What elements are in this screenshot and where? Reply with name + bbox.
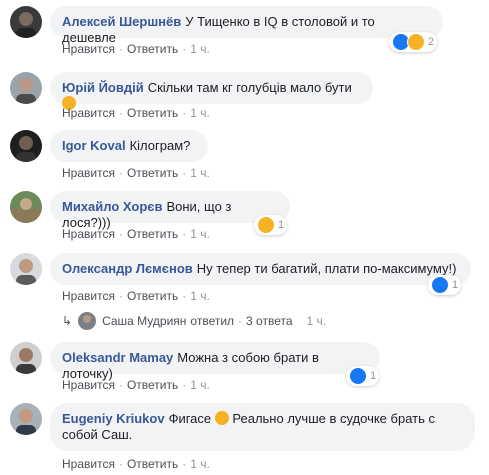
author-name[interactable]: Oleksandr Mamay (62, 350, 173, 365)
reply-link[interactable]: Ответить (127, 378, 178, 392)
avatar[interactable] (10, 72, 42, 104)
reply-verb: ответил (190, 314, 235, 328)
reply-link[interactable]: Ответить (127, 457, 178, 471)
reactions-summary[interactable]: 1 (428, 275, 462, 295)
reactions-count: 1 (370, 370, 377, 382)
separator: · (182, 289, 187, 303)
separator: · (238, 314, 243, 328)
separator: · (182, 227, 187, 241)
comment-text: Кілограм? (129, 138, 191, 153)
reactions-summary[interactable]: 1 (254, 215, 288, 235)
like-link[interactable]: Нравится (62, 227, 115, 241)
separator: · (118, 106, 123, 120)
like-link[interactable]: Нравится (62, 106, 115, 120)
avatar[interactable] (10, 6, 42, 38)
avatar[interactable] (10, 403, 42, 435)
comment-bubble: Олександр Лємєнов Ну тепер ти багатий, пл… (50, 253, 471, 285)
haha-icon (407, 33, 425, 51)
like-icon (431, 276, 449, 294)
comment-bubble: Oleksandr Mamay Можна з собою брати в лот… (50, 342, 380, 381)
like-link[interactable]: Нравится (62, 42, 115, 56)
timestamp[interactable]: 1 ч. (190, 289, 210, 303)
reactions-count: 1 (452, 279, 459, 291)
reply-count: 3 ответа (246, 314, 293, 328)
smile-icon (214, 411, 229, 425)
author-name[interactable]: Михайло Хорєв (62, 199, 162, 214)
separator: · (118, 227, 123, 241)
comment-text: Фигасе (168, 411, 212, 426)
like-link[interactable]: Нравится (62, 378, 115, 392)
reactions-count: 1 (278, 219, 285, 231)
reply-link[interactable]: Ответить (127, 42, 178, 56)
timestamp[interactable]: 1 ч. (190, 227, 210, 241)
separator: · (118, 166, 123, 180)
reply-link[interactable]: Ответить (127, 227, 178, 241)
like-icon (349, 367, 367, 385)
haha-icon (257, 216, 275, 234)
separator: · (182, 42, 187, 56)
reply-time: 1 ч. (306, 314, 327, 328)
comment-text: Ну тепер ти багатий, плати по-максимуму!… (196, 261, 457, 276)
reactions-summary[interactable]: 2 (389, 32, 438, 52)
avatar (78, 312, 97, 330)
comment-actions: Нравится · Ответить · 1 ч. (62, 42, 210, 56)
reactions-count: 2 (428, 36, 435, 48)
timestamp[interactable]: 1 ч. (190, 457, 210, 471)
separator: · (182, 166, 187, 180)
separator: · (118, 378, 123, 392)
timestamp[interactable]: 1 ч. (190, 106, 210, 120)
separator: · (182, 378, 187, 392)
separator: · (118, 289, 123, 303)
like-link[interactable]: Нравится (62, 289, 115, 303)
avatar[interactable] (10, 253, 42, 285)
separator: · (118, 457, 123, 471)
avatar[interactable] (10, 342, 42, 374)
view-replies-link[interactable]: ↳ Саша Мудриян ответил · 3 ответа 1 ч. (62, 312, 326, 330)
author-name[interactable]: Igor Koval (62, 138, 126, 153)
author-name[interactable]: Олександр Лємєнов (62, 261, 193, 276)
comment-actions: Нравится · Ответить · 1 ч. (62, 227, 210, 241)
comment-bubble: Алексей Шершнёв У Тищенко в IQ в столовой… (50, 6, 443, 45)
comment-bubble: Михайло Хорєв Вони, що з лося?))) (50, 191, 290, 230)
like-link[interactable]: Нравится (62, 457, 115, 471)
separator: · (118, 42, 123, 56)
reply-link[interactable]: Ответить (127, 166, 178, 180)
author-name[interactable]: Юрій Йовдій (62, 80, 144, 95)
avatar[interactable] (10, 130, 42, 162)
reply-arrow-icon: ↳ (62, 314, 73, 328)
comment-actions: Нравится · Ответить · 1 ч. (62, 166, 210, 180)
comment-actions: Нравится · Ответить · 1 ч. (62, 378, 210, 392)
author-name[interactable]: Eugeniy Kriukov (62, 411, 165, 426)
comment-bubble: Igor Koval Кілограм? (50, 130, 208, 162)
comment-actions: Нравится · Ответить · 1 ч. (62, 106, 210, 120)
reactions-summary[interactable]: 1 (346, 366, 380, 386)
like-link[interactable]: Нравится (62, 166, 115, 180)
reply-link[interactable]: Ответить (127, 106, 178, 120)
comment-bubble: Eugeniy Kriukov Фигасе Реально лучше в су… (50, 403, 475, 451)
author-name[interactable]: Алексей Шершнёв (62, 14, 181, 29)
timestamp[interactable]: 1 ч. (190, 166, 210, 180)
comment-text: Скільки там кг голубців мало бути (147, 80, 352, 95)
comment-bubble: Юрій Йовдій Скільки там кг голубців мало … (50, 72, 373, 110)
reply-link[interactable]: Ответить (127, 289, 178, 303)
comment-actions: Нравится · Ответить · 1 ч. (62, 289, 210, 303)
timestamp[interactable]: 1 ч. (190, 378, 210, 392)
separator: · (182, 457, 187, 471)
timestamp[interactable]: 1 ч. (190, 42, 210, 56)
separator: · (182, 106, 187, 120)
avatar[interactable] (10, 191, 42, 223)
replier-name: Саша Мудриян (102, 314, 187, 328)
comment-actions: Нравится · Ответить · 1 ч. (62, 457, 210, 471)
